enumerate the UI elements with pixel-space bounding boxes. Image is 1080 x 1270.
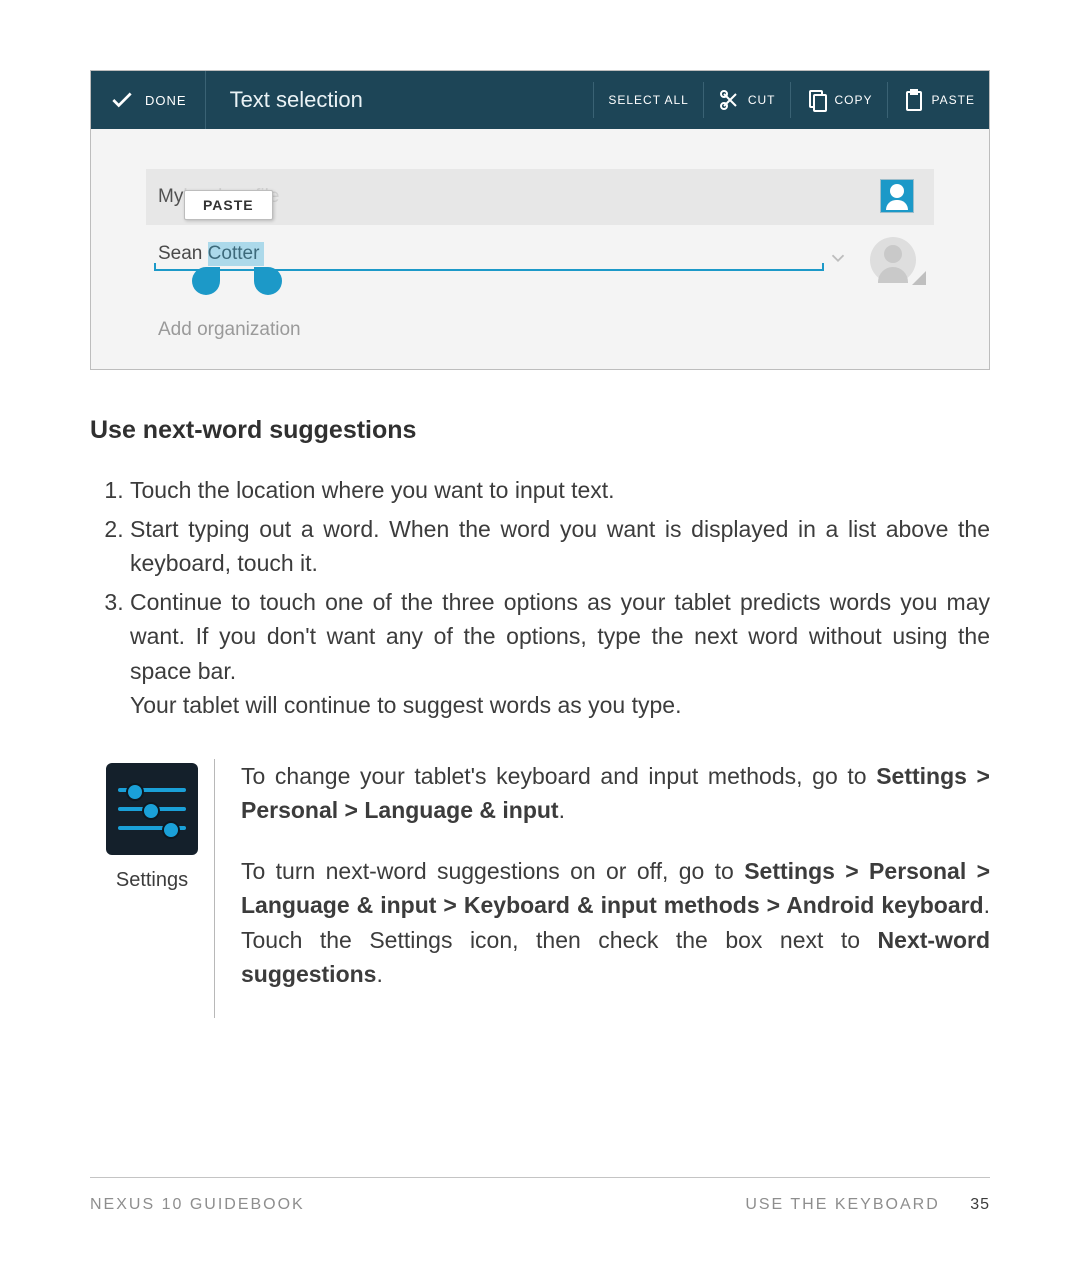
note-paragraph-2: To turn next-word suggestions on or off,… — [241, 854, 990, 992]
done-label: DONE — [145, 93, 187, 108]
copy-button[interactable]: COPY — [790, 82, 887, 118]
cut-icon — [718, 88, 742, 112]
selection-handle-left-icon[interactable] — [192, 267, 220, 307]
text-selection-highlight — [208, 242, 264, 266]
note-text-column: To change your tablet's keyboard and inp… — [215, 759, 990, 1018]
add-organization-link[interactable]: Add organization — [146, 319, 934, 341]
check-icon — [109, 87, 135, 113]
expand-name-chevron-icon[interactable] — [827, 247, 849, 274]
profile-row[interactable]: My local profile PASTE — [146, 169, 934, 225]
select-all-button[interactable]: SELECT ALL — [593, 82, 703, 118]
settings-note: Settings To change your tablet's keyboar… — [90, 759, 990, 1018]
copy-icon — [805, 88, 829, 112]
paste-icon — [902, 88, 926, 112]
guidebook-page: DONE Text selection SELECT ALL CUT COPY … — [0, 0, 1080, 1270]
page-number: 35 — [970, 1196, 990, 1213]
steps-list: Touch the location where you want to inp… — [96, 473, 990, 723]
footer-right: USE THE KEYBOARD 35 — [745, 1196, 990, 1214]
text-selection-screenshot: DONE Text selection SELECT ALL CUT COPY … — [90, 70, 990, 370]
selection-handle-right-icon[interactable] — [254, 267, 282, 307]
footer-book-title: NEXUS 10 GUIDEBOOK — [90, 1196, 305, 1214]
cut-button[interactable]: CUT — [703, 82, 790, 118]
note-paragraph-1: To change your tablet's keyboard and inp… — [241, 759, 990, 828]
paste-button[interactable]: PASTE — [887, 82, 989, 118]
note-icon-column: Settings — [90, 759, 215, 1018]
contact-edit-area: My local profile PASTE Sean Cotter — [91, 129, 989, 341]
paste-popup[interactable]: PASTE — [184, 190, 273, 220]
page-footer: NEXUS 10 GUIDEBOOK USE THE KEYBOARD 35 — [90, 1177, 990, 1214]
step-2: Start typing out a word. When the word y… — [130, 512, 990, 581]
section-heading: Use next-word suggestions — [90, 416, 990, 445]
profile-avatar-icon — [880, 179, 914, 213]
settings-app-icon — [106, 763, 198, 855]
step-3: Continue to touch one of the three optio… — [130, 585, 990, 723]
done-button[interactable]: DONE — [91, 71, 206, 129]
settings-icon-label: Settings — [90, 869, 214, 892]
name-field-row: Sean Cotter — [146, 239, 934, 285]
footer-section: USE THE KEYBOARD — [745, 1196, 939, 1213]
step-1: Touch the location where you want to inp… — [130, 473, 990, 508]
contact-photo-placeholder-icon[interactable] — [870, 237, 916, 283]
profile-text-prefix: My — [158, 186, 183, 208]
contextual-action-bar: DONE Text selection SELECT ALL CUT COPY … — [91, 71, 989, 129]
cab-title: Text selection — [206, 87, 387, 113]
